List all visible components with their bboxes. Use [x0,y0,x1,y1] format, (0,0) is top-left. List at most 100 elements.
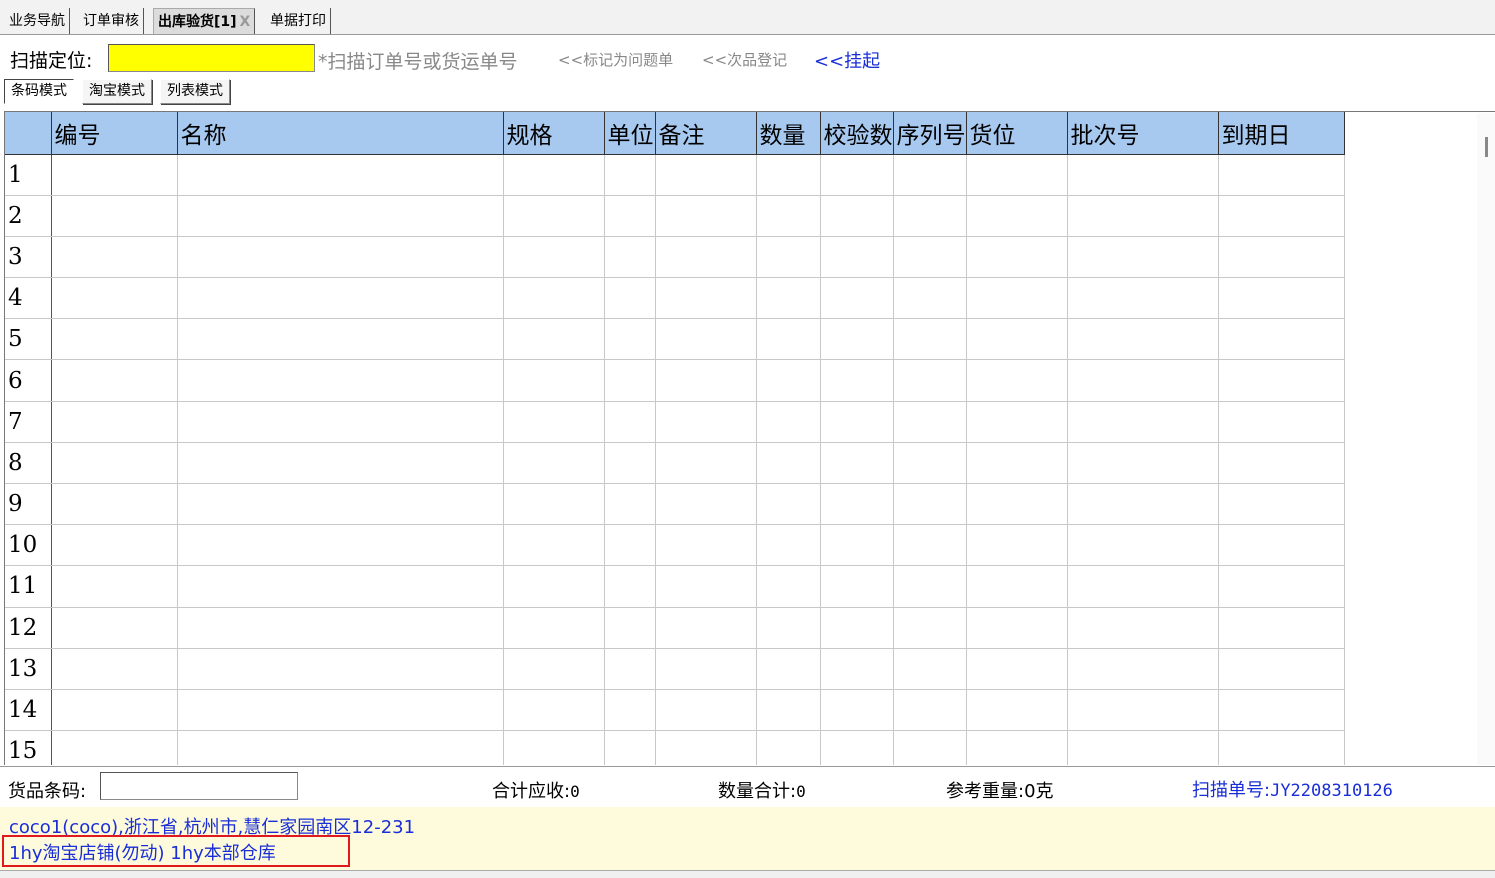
grid-cell[interactable] [51,154,178,196]
table-row[interactable]: 14 [5,689,1345,732]
table-row[interactable]: 8 [5,442,1345,485]
grid-cell[interactable] [51,401,178,443]
table-row[interactable]: 2 [5,195,1345,237]
grid-cell[interactable] [655,195,757,237]
grid-cell[interactable] [604,689,656,732]
grid-cell[interactable] [503,401,605,443]
grid-cell[interactable] [1218,318,1345,361]
grid-cell[interactable] [51,607,178,649]
column-header[interactable]: 数量 [756,112,821,155]
vertical-scrollbar[interactable] [1477,113,1495,765]
grid-cell[interactable] [893,483,967,526]
grid-cell[interactable] [51,565,178,608]
grid-cell[interactable] [756,607,821,649]
grid-cell[interactable] [820,648,894,690]
grid-cell[interactable] [604,607,656,649]
grid-cell[interactable] [1067,318,1219,361]
grid-cell[interactable] [655,359,757,402]
grid-cell[interactable] [51,195,178,237]
grid-cell[interactable] [966,277,1068,320]
taobao-mode-button[interactable]: 淘宝模式 [82,79,152,104]
grid-cell[interactable] [655,524,757,567]
table-row[interactable]: 5 [5,318,1345,361]
grid-cell[interactable] [820,277,894,320]
grid-cell[interactable] [604,648,656,690]
grid-cell[interactable] [177,689,504,732]
grid-cell[interactable] [503,195,605,237]
table-row[interactable]: 1 [5,154,1345,196]
grid-cell[interactable] [1067,648,1219,690]
grid-cell[interactable] [756,648,821,690]
grid-cell[interactable] [756,318,821,361]
table-row[interactable]: 10 [5,524,1345,567]
grid-cell[interactable] [503,524,605,567]
grid-cell[interactable] [51,730,178,765]
grid-cell[interactable] [1067,442,1219,485]
grid-cell[interactable] [604,277,656,320]
grid-cell[interactable] [893,730,967,765]
grid-cell[interactable] [820,195,894,237]
grid-cell[interactable] [966,236,1068,279]
grid-cell[interactable] [1067,607,1219,649]
grid-cell[interactable] [1067,565,1219,608]
grid-cell[interactable] [655,442,757,485]
grid-cell[interactable] [1067,689,1219,732]
table-row[interactable]: 11 [5,565,1345,608]
grid-cell[interactable] [893,318,967,361]
grid-cell[interactable] [177,154,504,196]
grid-cell[interactable] [604,730,656,765]
column-header[interactable]: 名称 [177,112,504,155]
grid-cell[interactable] [1067,730,1219,765]
mark-problem-link[interactable]: <<标记为问题单 [558,49,673,70]
grid-cell[interactable] [893,524,967,567]
column-header[interactable]: 校验数 [820,112,894,155]
grid-cell[interactable] [1067,236,1219,279]
grid-cell[interactable] [655,277,757,320]
grid-cell[interactable] [604,195,656,237]
list-mode-button[interactable]: 列表模式 [160,79,230,104]
column-header[interactable]: 规格 [503,112,605,155]
grid-cell[interactable] [177,359,504,402]
tab-order-review[interactable]: 订单审核 [79,8,144,34]
grid-cell[interactable] [893,154,967,196]
grid-cell[interactable] [756,195,821,237]
grid-cell[interactable] [177,483,504,526]
grid-cell[interactable] [893,442,967,485]
grid-cell[interactable] [503,607,605,649]
grid-cell[interactable] [893,607,967,649]
grid-cell[interactable] [503,359,605,402]
tab-document-print[interactable]: 单据打印 [266,8,331,34]
grid-cell[interactable] [604,318,656,361]
grid-cell[interactable] [893,277,967,320]
grid-cell[interactable] [1067,401,1219,443]
grid-cell[interactable] [604,483,656,526]
grid-cell[interactable] [655,689,757,732]
table-row[interactable]: 3 [5,236,1345,279]
grid-cell[interactable] [756,236,821,279]
grid-cell[interactable] [756,483,821,526]
grid-cell[interactable] [1218,154,1345,196]
grid-cell[interactable] [51,359,178,402]
grid-cell[interactable] [51,236,178,279]
grid-cell[interactable] [1067,277,1219,320]
grid-cell[interactable] [51,689,178,732]
grid-cell[interactable] [1067,524,1219,567]
grid-cell[interactable] [1218,277,1345,320]
grid-cell[interactable] [756,524,821,567]
grid-cell[interactable] [503,689,605,732]
barcode-mode-button[interactable]: 条码模式 [4,79,74,104]
grid-cell[interactable] [1218,648,1345,690]
grid-cell[interactable] [1218,401,1345,443]
grid-cell[interactable] [1218,524,1345,567]
grid-cell[interactable] [51,483,178,526]
table-row[interactable]: 7 [5,401,1345,443]
grid-cell[interactable] [177,524,504,567]
grid-cell[interactable] [655,607,757,649]
grid-cell[interactable] [604,565,656,608]
tab-outbound-inspection[interactable]: 出库验货[1] X [153,8,256,34]
grid-cell[interactable] [756,442,821,485]
grid-cell[interactable] [503,565,605,608]
grid-cell[interactable] [655,648,757,690]
grid-cell[interactable] [756,277,821,320]
grid-cell[interactable] [756,154,821,196]
